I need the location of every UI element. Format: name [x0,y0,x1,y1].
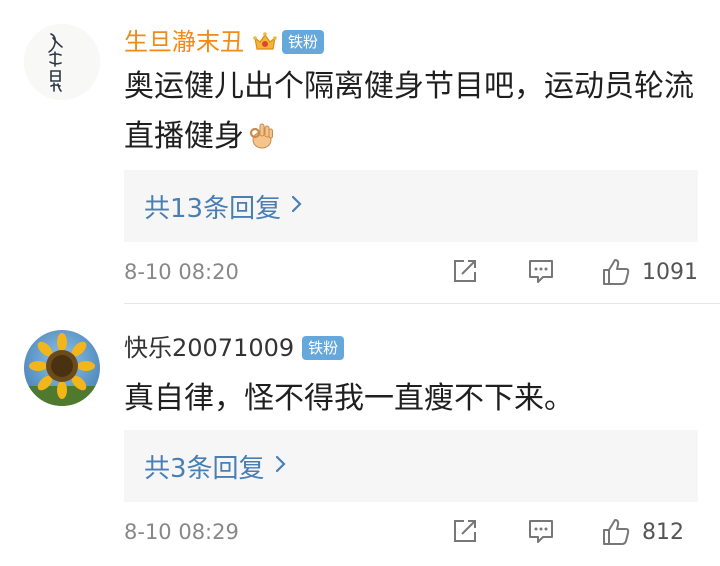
chevron-right-icon [291,194,303,218]
comment-meta-row: 8-10 08:29 812 [124,512,696,552]
comment-button[interactable] [526,516,556,550]
view-replies-button[interactable]: 共13条回复 [124,170,698,242]
timestamp: 8-10 08:29 [124,520,239,544]
comment-icon [529,260,553,283]
crown-icon [252,29,278,55]
view-replies-button[interactable]: 共3条回复 [124,430,698,502]
comment-item: 快乐20071009 铁粉 真自律，怪不得我一直瘦不下来。 共3条回复 8-10… [0,306,720,566]
like-count: 812 [642,519,684,545]
user-info-row: 生旦瀞末丑 铁粉 [124,24,325,60]
avatar[interactable] [24,330,100,406]
comment-text-content: 奥运健儿出个隔离健身节目吧，运动员轮流直播健身 [124,69,694,154]
share-button[interactable] [450,256,480,290]
like-button[interactable]: 1091 [600,256,698,288]
share-icon [454,520,476,542]
divider [124,303,720,304]
chevron-right-icon [275,454,287,478]
timestamp: 8-10 08:20 [124,260,239,284]
share-button[interactable] [450,516,480,550]
share-icon [454,260,476,282]
fan-badge: 铁粉 [302,336,345,360]
username[interactable]: 快乐20071009 [124,330,294,366]
ok-hand-emoji-icon [246,116,276,166]
replies-label: 共13条回复 [144,193,282,224]
comment-text: 真自律，怪不得我一直瘦不下来。 [124,381,574,416]
fan-badge: 铁粉 [282,30,325,54]
thumbs-up-icon [603,519,630,545]
avatar[interactable] [24,24,100,100]
calligraphy-avatar-image [24,24,100,100]
comment-item: 生旦瀞末丑 铁粉 奥运健儿出个隔离健身节目吧，运动员轮流直播健身 共13条回复 [0,0,720,300]
comment-button[interactable] [526,256,556,290]
comment-text: 奥运健儿出个隔离健身节目吧，运动员轮流直播健身 [124,62,704,166]
like-count: 1091 [642,259,698,285]
sunflower-avatar-image [24,330,100,406]
user-info-row: 快乐20071009 铁粉 [124,330,345,366]
thumbs-up-icon [603,259,630,285]
comment-icon [529,520,553,543]
replies-label: 共3条回复 [144,453,265,484]
comment-meta-row: 8-10 08:20 1091 [124,252,698,292]
username[interactable]: 生旦瀞末丑 [124,24,244,60]
like-button[interactable]: 812 [600,516,684,548]
